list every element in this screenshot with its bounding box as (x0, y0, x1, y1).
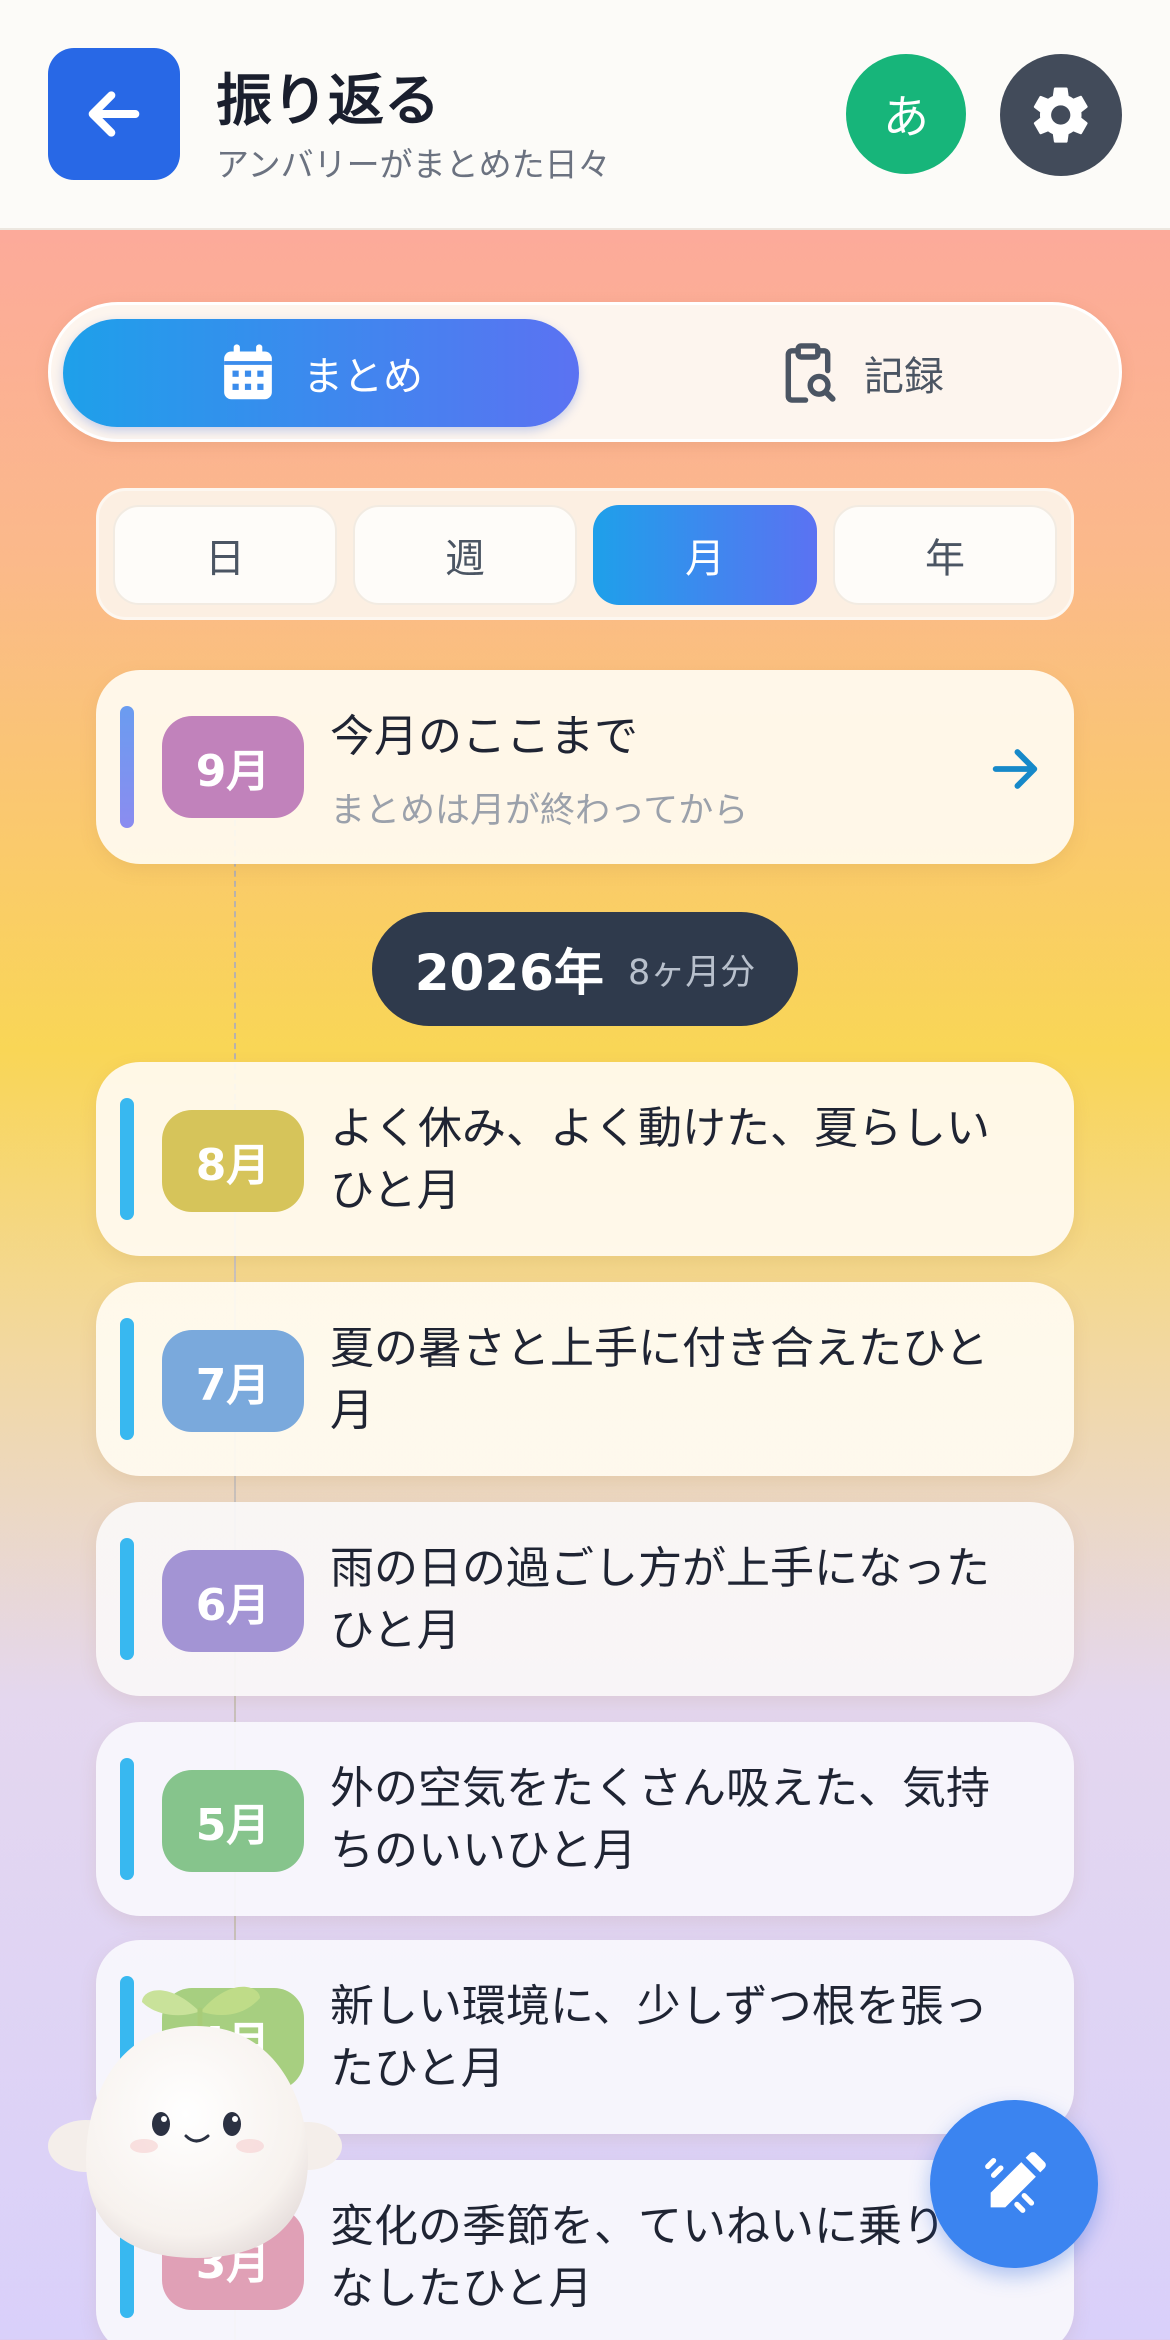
card-accent-bar (120, 706, 134, 828)
card-accent-bar (120, 1538, 134, 1660)
month-badge: 8月 (162, 1110, 304, 1212)
back-button[interactable] (48, 48, 180, 180)
settings-button[interactable] (1000, 54, 1122, 176)
month-summary: 外の空気をたくさん吸えた、気持ちのいいひと月 (330, 1763, 990, 1876)
language-button[interactable]: あ (846, 54, 966, 174)
current-month-title: 今月のここまで (330, 711, 638, 762)
current-month-note: まとめは月が終わってから (330, 791, 749, 831)
month-card[interactable]: 8月 よく休み、よく動けた、夏らしいひと月 (96, 1062, 1074, 1256)
page-subtitle: アンバリーがまとめた日々 (216, 145, 611, 184)
mascot-character[interactable] (46, 1940, 346, 2270)
month-card[interactable]: 6月 雨の日の過ごし方が上手になったひと月 (96, 1502, 1074, 1696)
month-summary: 雨の日の過ごし方が上手になったひと月 (330, 1543, 990, 1656)
month-summary: 新しい環境に、少しずつ根を張ったひと月 (330, 1981, 988, 2094)
month-summary: よく休み、よく動けた、夏らしいひと月 (330, 1103, 990, 1216)
calendar-icon (224, 344, 272, 400)
month-card[interactable]: 7月 夏の暑さと上手に付き合えたひと月 (96, 1282, 1074, 1476)
card-accent-bar (120, 1318, 134, 1440)
gear-icon (1033, 87, 1088, 143)
page-title: 振り返る (216, 69, 440, 134)
tab-summary[interactable]: まとめ (63, 319, 579, 427)
tab-records[interactable]: 記録 (611, 319, 1111, 427)
year-divider: 2026年 8ヶ月分 (372, 912, 798, 1026)
current-month-card[interactable]: 9月 今月のここまで まとめは月が終わってから (96, 670, 1074, 864)
tab-summary-label: まとめ (303, 354, 423, 400)
year-label: 2026年 (414, 944, 604, 1002)
arrow-right-icon (992, 749, 1038, 789)
month-badge: 7月 (162, 1330, 304, 1432)
month-summary: 夏の暑さと上手に付き合えたひと月 (330, 1323, 989, 1436)
app-header: 振り返る アンバリーがまとめた日々 あ (0, 0, 1170, 230)
period-switch: 日 週 月 年 (96, 488, 1074, 620)
tab-week[interactable]: 週 (353, 505, 577, 605)
tab-day[interactable]: 日 (113, 505, 337, 605)
card-accent-bar (120, 1098, 134, 1220)
tab-records-label: 記録 (864, 354, 944, 400)
month-summary: 変化の季節を、ていねいに乗りこなしたひと月 (330, 2201, 990, 2314)
pencil-edit-icon (985, 2152, 1046, 2213)
year-count: 8ヶ月分 (627, 952, 756, 993)
card-accent-bar (120, 1758, 134, 1880)
tab-month[interactable]: 月 (593, 505, 817, 605)
new-entry-button[interactable] (930, 2100, 1098, 2268)
view-mode-switch: まとめ 記録 (48, 302, 1122, 442)
month-card[interactable]: 5月 外の空気をたくさん吸えた、気持ちのいいひと月 (96, 1722, 1074, 1916)
clipboard-search-icon (785, 343, 836, 403)
arrow-left-icon (88, 91, 140, 137)
tab-year[interactable]: 年 (833, 505, 1057, 605)
month-badge: 6月 (162, 1550, 304, 1652)
month-badge: 5月 (162, 1770, 304, 1872)
month-badge: 9月 (162, 716, 304, 818)
